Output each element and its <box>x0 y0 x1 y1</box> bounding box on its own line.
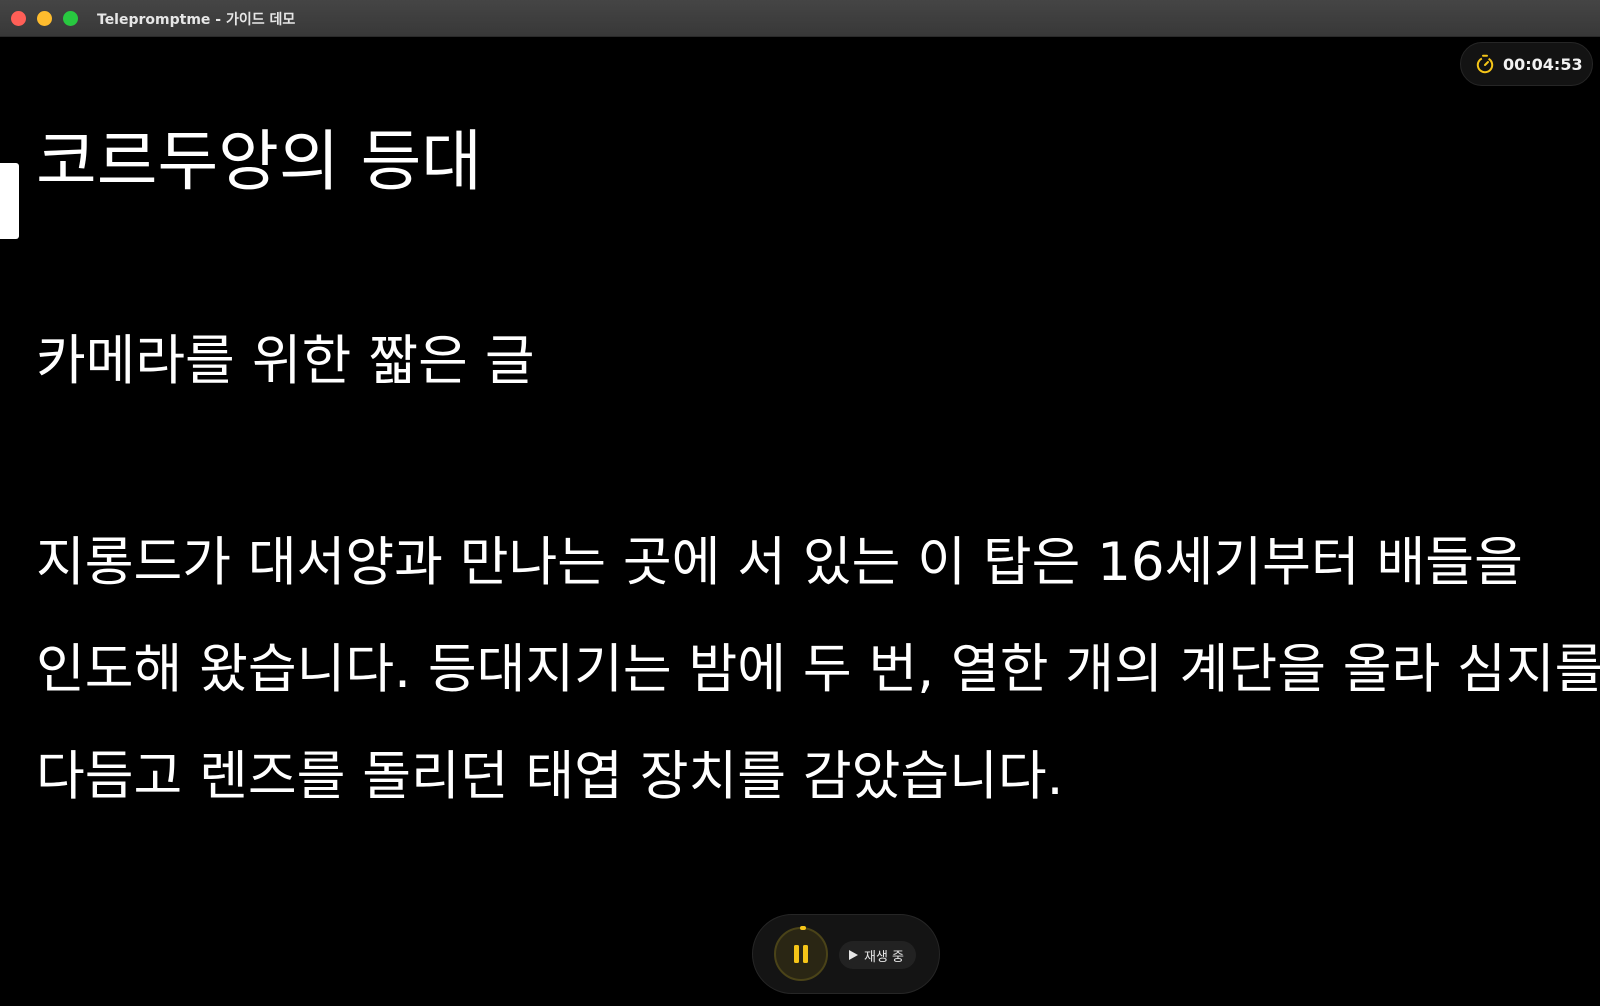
timer-icon <box>1476 54 1494 74</box>
script-line: 다듬고 렌즈를 돌리던 태엽 장치를 감았습니다. <box>36 746 1064 807</box>
script-line: 인도해 왔습니다. 등대지기는 밤에 두 번, 열한 개의 계단을 올라 심지를 <box>36 639 1600 700</box>
playback-controls: 재생 중 <box>752 914 940 994</box>
pause-button[interactable] <box>774 926 828 981</box>
script-body: 지롱드가 대서양과 만나는 곳에 서 있는 이 탑은 16세기부터 배들을 인도… <box>36 528 1600 849</box>
teleprompter-window: Telepromptme - 가이드 데모 00:04:53 코르두앙의 등대 … <box>0 0 1600 1006</box>
playback-status-label: 재생 중 <box>864 949 905 965</box>
script-title: 코르두앙의 등대 <box>36 123 483 200</box>
playback-status-badge: 재생 중 <box>839 941 917 969</box>
pause-icon <box>794 945 808 963</box>
elapsed-timer: 00:04:53 <box>1460 42 1593 86</box>
play-icon <box>849 950 858 960</box>
window-title: Telepromptme - 가이드 데모 <box>97 12 296 28</box>
timer-value: 00:04:53 <box>1503 54 1583 74</box>
title-bar[interactable]: Telepromptme - 가이드 데모 <box>0 0 1600 37</box>
reading-position-marker <box>0 163 19 239</box>
script-subtitle: 카메라를 위한 짧은 글 <box>36 329 535 392</box>
close-window-button[interactable] <box>11 11 26 26</box>
script-line: 지롱드가 대서양과 만나는 곳에 서 있는 이 탑은 16세기부터 배들을 <box>36 532 1523 593</box>
maximize-window-button[interactable] <box>63 11 78 26</box>
progress-indicator-dot <box>800 926 806 930</box>
minimize-window-button[interactable] <box>37 11 52 26</box>
